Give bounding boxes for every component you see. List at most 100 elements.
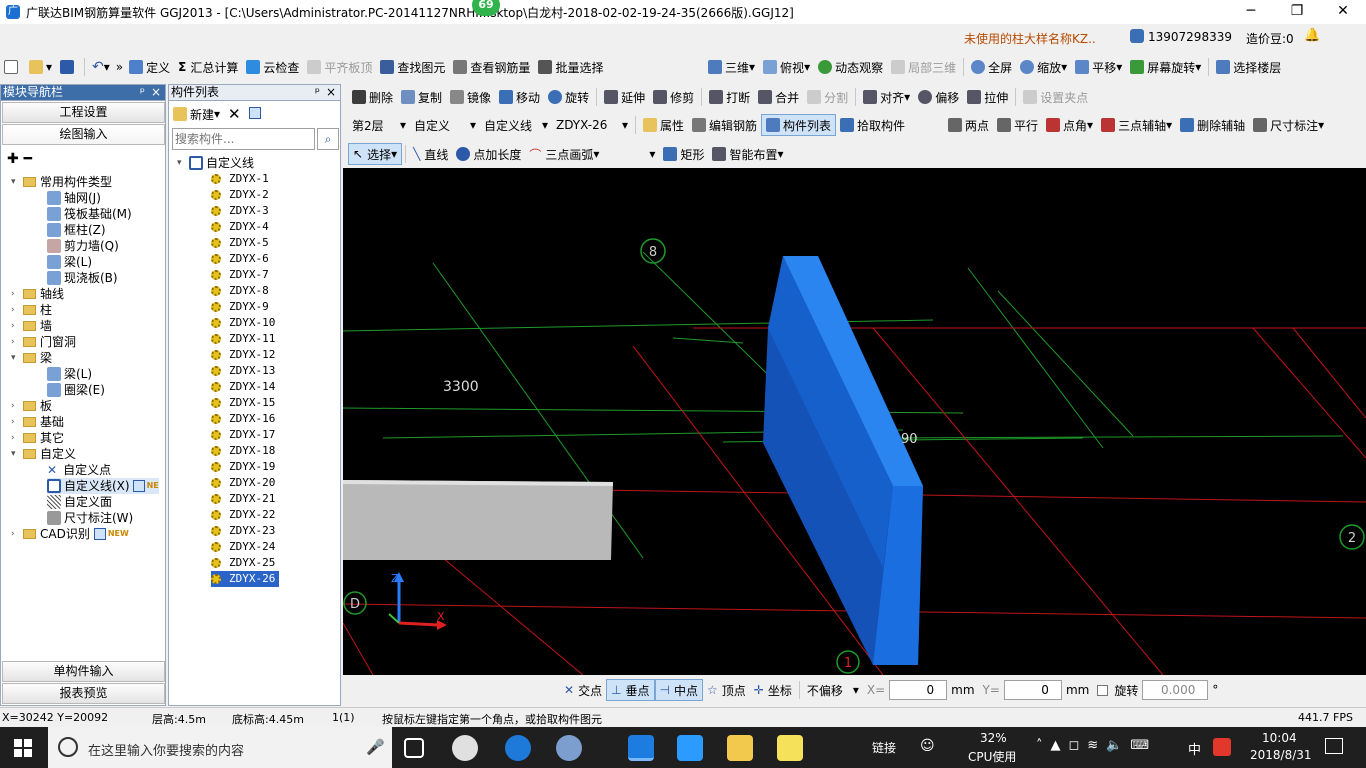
component-item[interactable]: ZDYX-25 [211, 555, 275, 571]
minimize-button[interactable]: ─ [1228, 0, 1274, 24]
parallel-axis-button[interactable]: 平行 [993, 114, 1042, 136]
tree-other[interactable]: › 其它 [11, 430, 64, 446]
nav-close-icon[interactable]: × [151, 85, 161, 100]
tree-beam-l[interactable]: 梁(L) [47, 366, 92, 382]
three-point-axis-button[interactable]: 三点辅轴 ▾ [1097, 114, 1176, 136]
arc-option-select[interactable]: ▾ [603, 143, 659, 165]
spiral-app-icon[interactable] [556, 735, 582, 761]
merge-button[interactable]: 合并 [754, 86, 803, 108]
edit-rebar-button[interactable]: 编辑钢筋 [688, 114, 761, 136]
component-close-icon[interactable]: × [326, 85, 336, 100]
task-view-icon[interactable] [404, 738, 424, 758]
tree-shear-wall[interactable]: 剪力墙(Q) [47, 238, 119, 254]
fan-app-icon[interactable] [452, 735, 478, 761]
local-3d-button[interactable]: 局部三维 [887, 56, 960, 78]
tree-ring-beam[interactable]: 圈梁(E) [47, 382, 105, 398]
type-select[interactable]: 自定义 ▾ [410, 114, 480, 136]
offset-mode-select[interactable]: 不偏移 ▾ [803, 679, 863, 701]
tree-frame-column[interactable]: 框柱(Z) [47, 222, 106, 238]
3d-viewport[interactable]: 8 D 1 2 3300 90 Z X [343, 168, 1366, 675]
rotate-checkbox[interactable]: 旋转 [1093, 679, 1142, 701]
component-item[interactable]: ZDYX-18 [211, 443, 275, 459]
two-point-axis-button[interactable]: 两点 [944, 114, 993, 136]
component-item[interactable]: ZDYX-11 [211, 331, 275, 347]
split-button[interactable]: 分割 [803, 86, 852, 108]
component-item[interactable]: ZDYX-17 [211, 427, 275, 443]
component-item[interactable]: ZDYX-13 [211, 363, 275, 379]
tray-icons[interactable]: ˄▲◻≋🔈⌨ [1036, 738, 1157, 753]
component-item[interactable]: ZDYX-21 [211, 491, 275, 507]
component-item[interactable]: ZDYX-3 [211, 203, 269, 219]
y-input[interactable]: 0 [1003, 680, 1062, 700]
component-item[interactable]: ZDYX-22 [211, 507, 275, 523]
pan-button[interactable]: 平移 ▾ [1071, 56, 1126, 78]
break-button[interactable]: 打断 [705, 86, 754, 108]
sogou-icon[interactable] [1213, 738, 1231, 756]
component-item[interactable]: ZDYX-6 [211, 251, 269, 267]
people-icon[interactable]: ☺ [920, 738, 935, 754]
tree-door-window[interactable]: › 门窗洞 [11, 334, 76, 350]
floor-select[interactable]: 第2层 ▾ [348, 114, 410, 136]
undo-icon[interactable]: ↶ ▾ [88, 56, 114, 78]
tree-cast-slab[interactable]: 现浇板(B) [47, 270, 118, 286]
search-icon[interactable]: ⌕ [317, 128, 339, 150]
snap-intersection-button[interactable]: ✕ 交点 [560, 679, 606, 701]
close-button[interactable]: ✕ [1320, 0, 1366, 24]
tree-common-types[interactable]: ▾ 常用构件类型 [11, 174, 112, 190]
mic-icon[interactable]: 🎤 [366, 738, 385, 756]
x-input[interactable]: 0 [889, 680, 948, 700]
grey-slab[interactable] [343, 480, 613, 560]
snap-perpendicular-button[interactable]: ⊥ 垂点 [606, 679, 655, 701]
component-item[interactable]: ZDYX-19 [211, 459, 275, 475]
notes-app-icon[interactable] [727, 735, 753, 761]
trim-button[interactable]: 修剪 [649, 86, 698, 108]
ie-browser-icon[interactable] [505, 735, 531, 761]
component-item[interactable]: ZDYX-5 [211, 235, 269, 251]
glodon-app-icon[interactable] [628, 735, 654, 761]
tree-wall[interactable]: › 墙 [11, 318, 52, 334]
rotate-button[interactable]: 旋转 [544, 86, 593, 108]
component-pin-icon[interactable]: ᵖ [315, 85, 320, 100]
tree-custom-line-root[interactable]: ▾ 自定义线 [177, 155, 254, 171]
component-item[interactable]: ZDYX-4 [211, 219, 269, 235]
rotate-input[interactable]: 0.000 [1142, 680, 1209, 700]
taskbar-link[interactable]: 链接 [872, 739, 896, 756]
component-item[interactable]: ZDYX-7 [211, 267, 269, 283]
tree-foundation[interactable]: › 基础 [11, 414, 64, 430]
new-component-button[interactable]: 新建 ▾ [173, 106, 220, 123]
cloud-check-button[interactable]: 云检查 [242, 56, 303, 78]
component-item[interactable]: ZDYX-20 [211, 475, 275, 491]
delete-button[interactable]: 删除 [348, 86, 397, 108]
expand-all-icon[interactable]: ✚ ━ [7, 151, 32, 167]
extend-button[interactable]: 延伸 [600, 86, 649, 108]
tree-custom[interactable]: ▾ 自定义 [11, 446, 76, 462]
drawing-input-tab[interactable]: 绘图输入 [2, 124, 165, 145]
component-item[interactable]: ZDYX-16 [211, 411, 275, 427]
align-slab-top-button[interactable]: 平齐板顶 [303, 56, 376, 78]
component-item[interactable]: ZDYX-1 [211, 171, 269, 187]
tree-cad-recognition[interactable]: › CAD识别 NEW [11, 526, 129, 542]
zoom-button[interactable]: 缩放 ▾ [1016, 56, 1071, 78]
fullscreen-button[interactable]: 全屏 [967, 56, 1016, 78]
3d-view-button[interactable]: 三维 ▾ [704, 56, 759, 78]
tree-axis-grid[interactable]: 轴网(J) [47, 190, 101, 206]
component-item[interactable]: ZDYX-14 [211, 379, 275, 395]
component-item[interactable]: ZDYX-8 [211, 283, 269, 299]
component-item[interactable]: ZDYX-10 [211, 315, 275, 331]
component-item[interactable]: ZDYX-26 [211, 571, 280, 587]
tree-beam-group[interactable]: ▾ 梁 [11, 350, 52, 366]
component-item[interactable]: ZDYX-24 [211, 539, 275, 555]
delete-axis-button[interactable]: 删除辅轴 [1176, 114, 1249, 136]
snap-midpoint-button[interactable]: ⊣ 中点 [654, 679, 704, 701]
open-file-icon[interactable]: ▾ [25, 56, 56, 78]
notification-badge[interactable]: 69 [472, 0, 500, 16]
notification-center-icon[interactable] [1325, 738, 1343, 754]
mirror-button[interactable]: 镜像 [446, 86, 495, 108]
tree-custom-line[interactable]: 自定义线(X) NE [47, 478, 159, 494]
screen-rotate-button[interactable]: 屏幕旋转 ▾ [1126, 56, 1205, 78]
new-file-icon[interactable] [0, 56, 25, 78]
line-tool-button[interactable]: ╲ 直线 [409, 143, 452, 165]
stretch-button[interactable]: 拉伸 [963, 86, 1012, 108]
taskbar-search[interactable]: 在这里输入你要搜索的内容 🎤 [48, 727, 392, 768]
tree-raft[interactable]: 筏板基础(M) [47, 206, 132, 222]
